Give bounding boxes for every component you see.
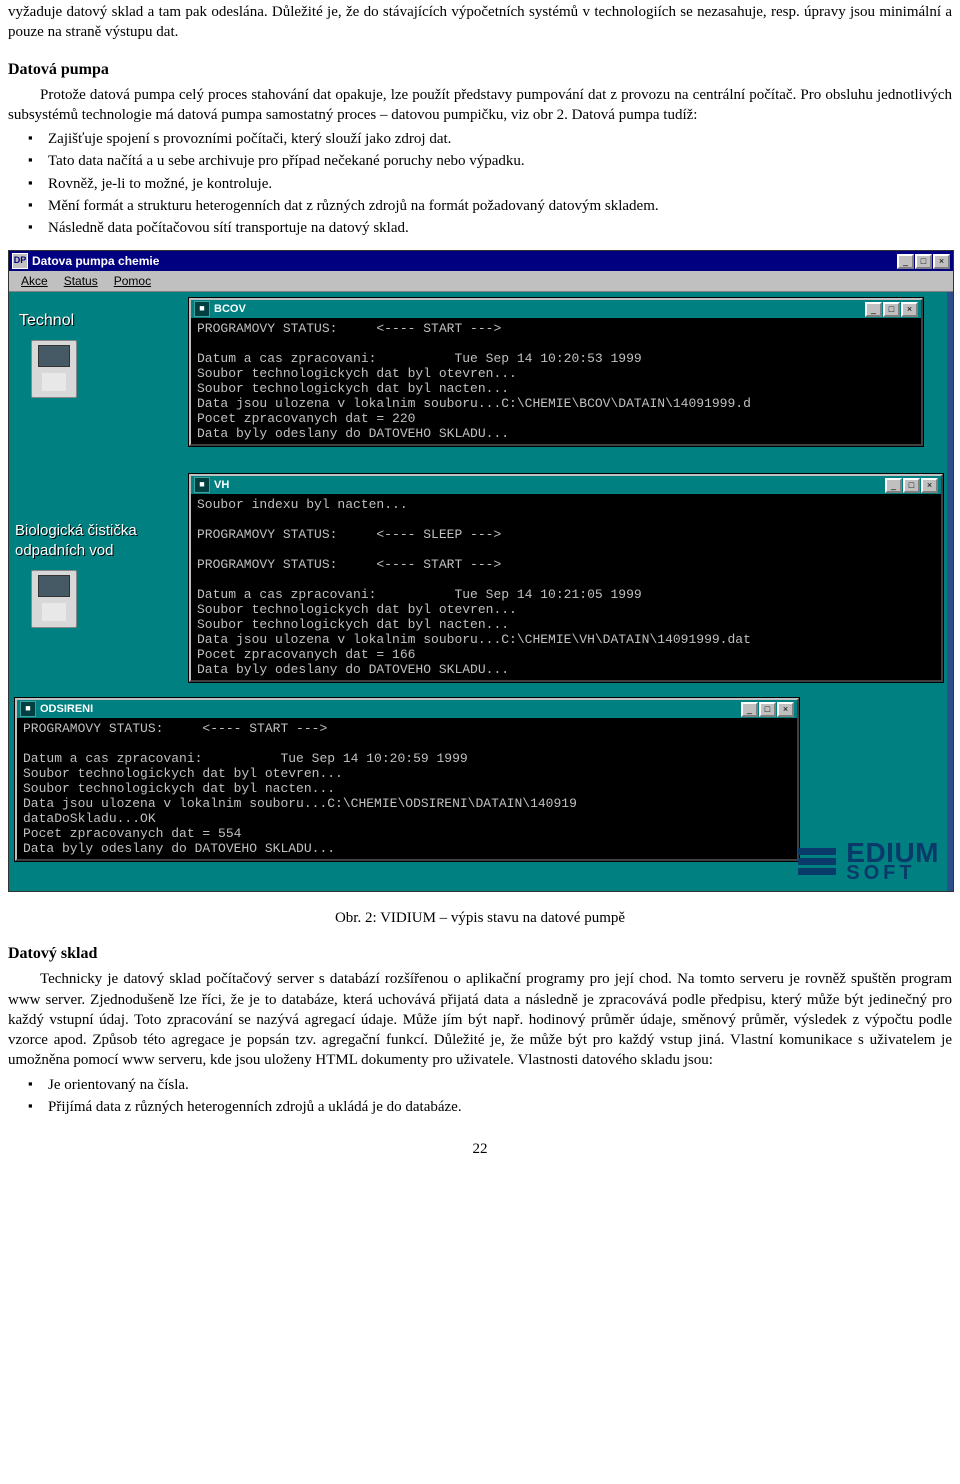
window-title: VH [214, 479, 229, 491]
console-line: Data byly odeslany do DATOVEHO SKLADU... [197, 426, 915, 441]
desk-icon [31, 340, 77, 398]
window-vh: ■ VH _ □ × Soubor indexu byl nacten... P… [189, 474, 943, 682]
console-line: Data jsou ulozena v lokalnim souboru...C… [23, 796, 791, 811]
page-number: 22 [8, 1141, 952, 1158]
console-line: Soubor technologickych dat byl nacten... [197, 617, 935, 632]
window-icon: ■ [20, 701, 36, 717]
console-line: Soubor technologickych dat byl otevren..… [197, 366, 915, 381]
close-button[interactable]: × [901, 302, 918, 317]
console-line: Datum a cas zpracovani: Tue Sep 14 10:21… [197, 587, 935, 602]
close-button[interactable]: × [921, 478, 938, 493]
list-item: Rovněž, je-li to možné, je kontroluje. [48, 174, 952, 194]
figure-screenshot: DP Datova pumpa chemie _ □ × Akce Status… [8, 250, 954, 892]
heading-datovy-sklad: Datový sklad [8, 945, 952, 963]
scroll-strip [947, 292, 953, 892]
console-line: Datum a cas zpracovani: Tue Sep 14 10:20… [197, 351, 915, 366]
menu-pomoc[interactable]: Pomoc [108, 273, 157, 289]
app-title: Datova pumpa chemie [32, 254, 159, 268]
console-line: Soubor technologickych dat byl nacten... [23, 781, 791, 796]
console-line: Data byly odeslany do DATOVEHO SKLADU... [197, 662, 935, 677]
mdi-desktop: Technol Biologická čistička odpadních vo… [9, 292, 953, 892]
close-button[interactable]: × [777, 702, 794, 717]
maximize-button[interactable]: □ [759, 702, 776, 717]
window-title: ODSIRENI [40, 703, 93, 715]
console-line: Soubor indexu byl nacten... [197, 497, 935, 512]
console-line: Soubor technologickych dat byl otevren..… [23, 766, 791, 781]
console-line [197, 512, 935, 527]
console-output: PROGRAMOVY STATUS: <---- START ---> Datu… [17, 718, 797, 859]
titlebar-bcov: ■ BCOV _ □ × [191, 300, 921, 318]
list-item: Přijímá data z různých heterogenních zdr… [48, 1097, 952, 1117]
app-icon: DP [12, 253, 28, 269]
intro-paragraph: vyžaduje datový sklad a tam pak odeslána… [8, 2, 952, 43]
maximize-button[interactable]: □ [883, 302, 900, 317]
console-line [197, 542, 935, 557]
pump-paragraph: Protože datová pumpa celý proces stahová… [8, 85, 952, 126]
list-item: Mění formát a strukturu heterogenních da… [48, 196, 952, 216]
window-icon: ■ [194, 477, 210, 493]
console-line: Pocet zpracovanych dat = 554 [23, 826, 791, 841]
titlebar-vh: ■ VH _ □ × [191, 476, 941, 494]
minimize-button[interactable]: _ [741, 702, 758, 717]
heading-datova-pumpa: Datová pumpa [8, 61, 952, 79]
store-bullets: Je orientovaný na čísla. Přijímá data z … [8, 1075, 952, 1118]
window-odsireni: ■ ODSIRENI _ □ × PROGRAMOVY STATUS: <---… [15, 698, 799, 861]
maximize-button[interactable]: □ [915, 254, 932, 269]
outer-titlebar: DP Datova pumpa chemie _ □ × [9, 251, 953, 271]
close-button[interactable]: × [933, 254, 950, 269]
logo-bars-icon [798, 845, 836, 878]
desk-label-bcov2: odpadních vod [15, 542, 113, 559]
list-item: Zajišťuje spojení s provozními počítači,… [48, 129, 952, 149]
list-item: Následně data počítačovou sítí transport… [48, 218, 952, 238]
maximize-button[interactable]: □ [903, 478, 920, 493]
console-output: PROGRAMOVY STATUS: <---- START ---> Datu… [191, 318, 921, 444]
console-line: dataDoSkladu...OK [23, 811, 791, 826]
window-bcov: ■ BCOV _ □ × PROGRAMOVY STATUS: <---- ST… [189, 298, 923, 446]
console-line: PROGRAMOVY STATUS: <---- START ---> [23, 721, 791, 736]
list-item: Je orientovaný na čísla. [48, 1075, 952, 1095]
minimize-button[interactable]: _ [865, 302, 882, 317]
console-output: Soubor indexu byl nacten... PROGRAMOVY S… [191, 494, 941, 680]
desk-icon [31, 570, 77, 628]
console-line: PROGRAMOVY STATUS: <---- SLEEP ---> [197, 527, 935, 542]
console-line: Soubor technologickych dat byl otevren..… [197, 602, 935, 617]
console-line: Pocet zpracovanych dat = 166 [197, 647, 935, 662]
pump-bullets: Zajišťuje spojení s provozními počítači,… [8, 129, 952, 238]
menubar: Akce Status Pomoc [9, 271, 953, 292]
console-line: Data jsou ulozena v lokalnim souboru...C… [197, 632, 935, 647]
console-line: Data byly odeslany do DATOVEHO SKLADU... [23, 841, 791, 856]
console-line: Datum a cas zpracovani: Tue Sep 14 10:20… [23, 751, 791, 766]
console-line [23, 736, 791, 751]
window-icon: ■ [194, 301, 210, 317]
minimize-button[interactable]: _ [885, 478, 902, 493]
console-line: Pocet zpracovanych dat = 220 [197, 411, 915, 426]
menu-akce[interactable]: Akce [15, 273, 54, 289]
store-paragraph: Technicky je datový sklad počítačový ser… [8, 969, 952, 1070]
list-item: Tato data načítá a u sebe archivuje pro … [48, 151, 952, 171]
desk-label-bcov1: Biologická čistička [15, 522, 137, 539]
console-line [197, 336, 915, 351]
window-controls: _ □ × [897, 254, 950, 269]
desk-label-technol: Technol [19, 312, 74, 330]
console-line: Data jsou ulozena v lokalnim souboru...C… [197, 396, 915, 411]
window-title: BCOV [214, 303, 246, 315]
console-line: PROGRAMOVY STATUS: <---- START ---> [197, 321, 915, 336]
mediumsoft-logo: EDIUM SOFT [798, 841, 939, 882]
figure-caption: Obr. 2: VIDIUM – výpis stavu na datové p… [8, 910, 952, 927]
console-line: PROGRAMOVY STATUS: <---- START ---> [197, 557, 935, 572]
minimize-button[interactable]: _ [897, 254, 914, 269]
titlebar-odsireni: ■ ODSIRENI _ □ × [17, 700, 797, 718]
menu-status[interactable]: Status [58, 273, 104, 289]
console-line: Soubor technologickych dat byl nacten... [197, 381, 915, 396]
console-line [197, 572, 935, 587]
